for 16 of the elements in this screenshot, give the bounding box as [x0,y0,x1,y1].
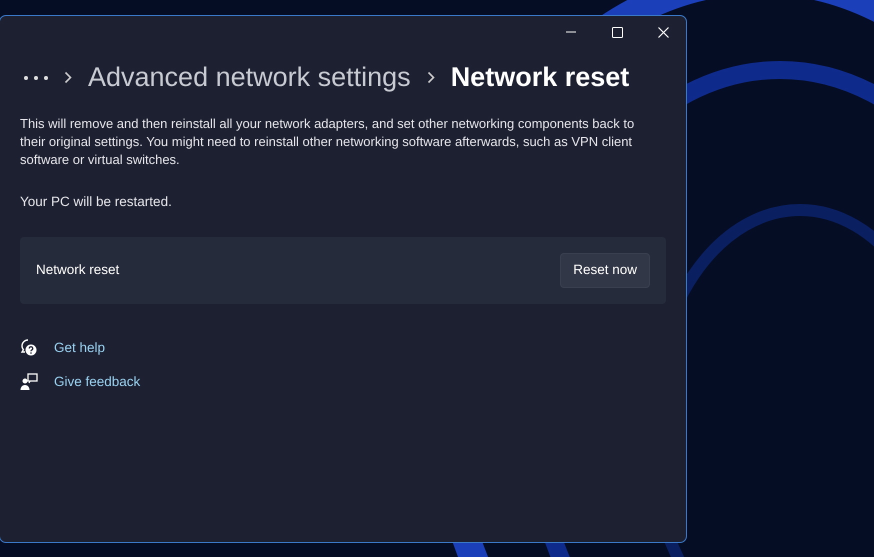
link[interactable]: Get help [54,338,106,358]
breadcrumb-item[interactable]: Advanced network settings [88,60,411,96]
breadcrumb-item: Network reset [450,61,630,94]
chevron-icon [64,71,72,84]
feedback-icon [20,373,38,392]
description-text: This will remove and then reinstall all your network adapters, and set other networking components back to their original settings. You might need to reinstall other networking software afterwards, such as VPN client software or virtual switches. [20,115,636,170]
chevron-icon [426,71,435,84]
maximize-icon[interactable] [612,26,622,38]
reset-now-button[interactable]: Reset now [560,253,650,288]
setting-label: Network reset [36,261,120,280]
restart-note: Your PC will be restarted. [20,192,173,211]
help-icon [20,339,38,358]
close-icon[interactable] [658,26,668,38]
minimize-icon[interactable] [566,31,576,33]
link[interactable]: Give feedback [54,372,140,392]
more-icon[interactable] [24,76,48,80]
